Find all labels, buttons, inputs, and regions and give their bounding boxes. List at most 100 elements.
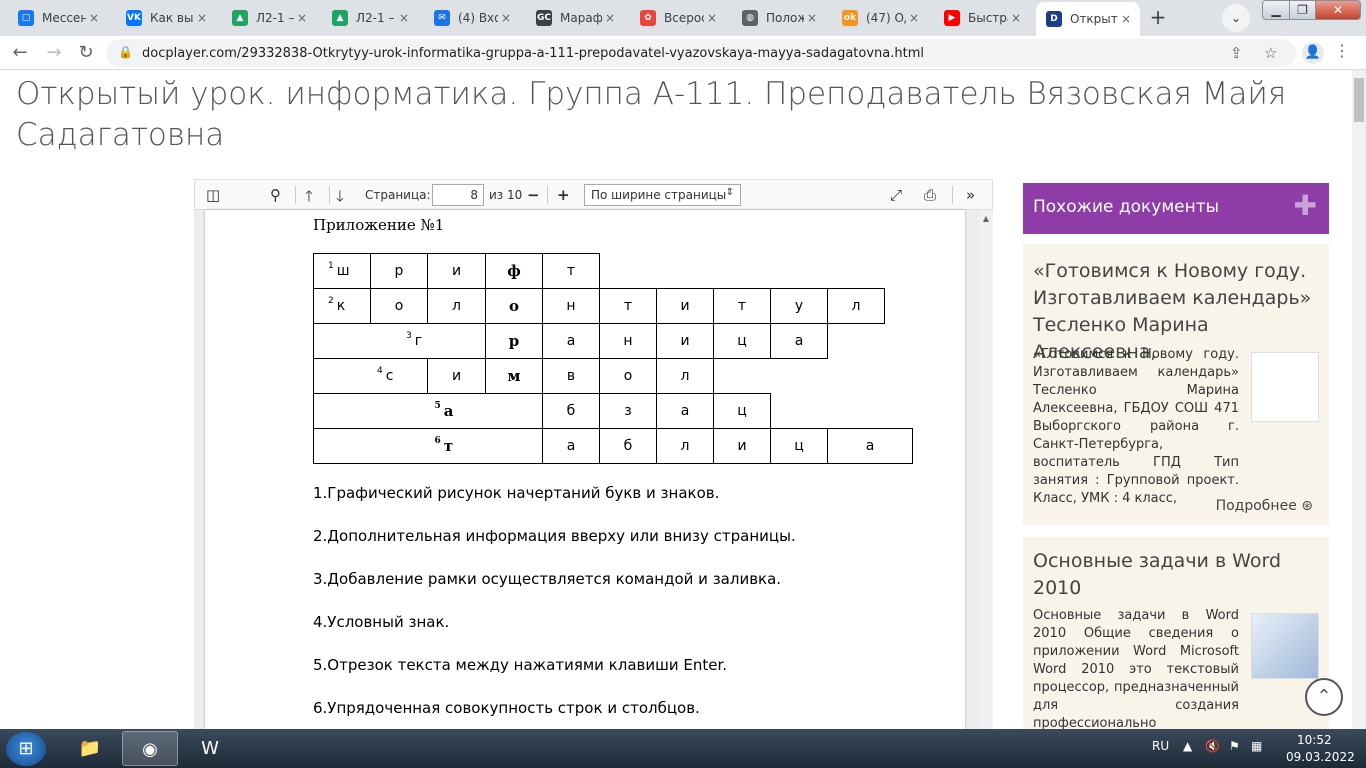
minimize-button[interactable]: ▁ [1262, 0, 1290, 20]
crossword-cell: м [485, 358, 543, 394]
close-tab-icon[interactable]: × [86, 11, 102, 25]
clock-date[interactable]: 09.03.2022 [1286, 750, 1355, 764]
crossword-cell: а [656, 393, 714, 429]
zoom-in-icon[interactable]: + [557, 186, 570, 204]
zoom-value: По ширине страницы [591, 188, 727, 202]
close-tab-icon[interactable]: × [294, 11, 310, 25]
zoom-out-icon[interactable]: − [527, 186, 540, 204]
scrollbar-thumb[interactable] [1354, 78, 1364, 122]
search-icon[interactable]: ⚲ [270, 186, 281, 204]
profile-avatar[interactable]: 👤 [1302, 42, 1324, 64]
volume-icon[interactable]: 🔇 [1205, 739, 1220, 753]
forward-button[interactable]: → [42, 41, 66, 65]
tab-0[interactable]: ▢ Мессенджер× [8, 4, 108, 32]
tab-5[interactable]: GC Марафон× [526, 4, 624, 32]
similar-doc-card[interactable]: Основные задачи в Word 2010 Основные зад… [1023, 537, 1329, 729]
crossword-cell: т [599, 288, 657, 324]
clue-text: 1.Графический рисунок начертаний букв и … [313, 484, 720, 502]
select-arrows-icon: ⇕ [725, 187, 734, 198]
back-button[interactable]: ← [8, 41, 32, 65]
clue-number: 6 [434, 436, 441, 446]
crossword-cell: и [713, 428, 771, 464]
tab-title: Л2-1 – [356, 11, 395, 25]
tab-title: Мессенджер [42, 11, 86, 25]
clue-text: 6.Упрядоченная совокупность строк и стол… [313, 699, 700, 717]
prev-page-icon[interactable]: 🡑 [305, 186, 313, 211]
crossword-cell: а [770, 323, 828, 359]
flag-icon[interactable]: ⚑ [1229, 739, 1240, 753]
share-icon[interactable]: ⇪ [1230, 44, 1243, 62]
language-indicator[interactable]: RU [1152, 739, 1169, 753]
close-tab-icon[interactable]: × [602, 11, 618, 25]
bookmark-star-icon[interactable]: ☆ [1264, 44, 1277, 62]
tab-1[interactable]: VK Как вы × [116, 4, 216, 32]
card-thumbnail[interactable] [1251, 613, 1319, 679]
tab-title: Быстра [968, 11, 1008, 25]
tray-expand-icon[interactable]: ▲ [1183, 739, 1192, 753]
docplayer-icon: D [1046, 11, 1062, 27]
crossword-cell: о [599, 358, 657, 394]
file-explorer-icon[interactable]: 📁 [62, 731, 118, 766]
tab-9[interactable]: ▶ Быстра× [934, 4, 1030, 32]
read-more-label: Подробнее [1215, 498, 1297, 514]
crossword-letter: с [385, 368, 394, 384]
start-button[interactable]: ⊞ [6, 732, 46, 766]
tab-title: (47) Од [866, 11, 906, 25]
browser-menu-icon[interactable]: ⋮ [1334, 41, 1350, 60]
reload-button[interactable]: ↻ [74, 41, 98, 65]
tab-8[interactable]: ok (47) Од× [832, 4, 928, 32]
crossword-cell: ф [485, 253, 543, 289]
tab-10[interactable]: D Открыт × [1036, 2, 1140, 36]
tab-4[interactable]: ✉ (4) Входящие× [424, 4, 520, 32]
scroll-up-arrow-icon[interactable]: ▲ [979, 214, 993, 223]
crossword-cell: л [656, 358, 714, 394]
close-window-button[interactable]: ✕ [1315, 0, 1361, 20]
crossword-cell: а [827, 428, 913, 464]
url-text[interactable]: docplayer.com/29332838-Otkrytyy-urok-inf… [142, 46, 924, 61]
scroll-to-top-button[interactable]: ⌃ [1305, 678, 1343, 716]
clue-number: 4 [377, 366, 383, 376]
crossword-cell: р [485, 323, 543, 359]
fullscreen-icon[interactable]: ⤢ [890, 186, 902, 204]
close-tab-icon[interactable]: × [194, 11, 210, 25]
word-icon[interactable]: W [182, 731, 238, 766]
toolbar-divider [295, 186, 296, 204]
close-tab-icon[interactable]: × [498, 11, 514, 25]
close-tab-icon[interactable]: × [1008, 11, 1024, 25]
viewer-scrollbar[interactable]: ▲ [979, 210, 993, 729]
tab-6[interactable]: ✿ Всерос × [630, 4, 726, 32]
crossword-cell: и [427, 253, 486, 289]
clue-text: 4.Условный знак. [313, 613, 450, 631]
tab-search-button[interactable]: ⌄ [1222, 4, 1250, 32]
maximize-button[interactable]: ❐ [1289, 0, 1316, 20]
similar-doc-card[interactable]: «Готовимся к Новому году. Изготавливаем … [1023, 244, 1329, 525]
next-page-icon[interactable]: 🡓 [336, 186, 344, 211]
zoom-select[interactable]: По ширине страницы ⇕ [584, 184, 741, 206]
close-tab-icon[interactable]: × [704, 11, 720, 25]
chrome-icon[interactable]: ◉ [122, 731, 178, 766]
lock-icon[interactable]: 🔒 [118, 45, 133, 59]
card-thumbnail[interactable] [1251, 352, 1319, 422]
card-title[interactable]: Основные задачи в Word 2010 [1033, 548, 1323, 602]
more-tools-icon[interactable]: » [966, 186, 975, 204]
page-number-input[interactable]: 8 [432, 184, 484, 206]
tab-7[interactable]: ◍ Полож × [732, 4, 826, 32]
new-tab-button[interactable]: + [1144, 6, 1172, 30]
crossword-letter: ш [336, 263, 350, 279]
close-tab-icon[interactable]: × [396, 11, 412, 25]
sidebar-toggle-icon[interactable]: ◫ [206, 186, 220, 204]
viewer-canvas[interactable]: Приложение №1 1шрифт2колонтитул3граница4… [194, 210, 993, 729]
close-tab-icon[interactable]: × [1118, 12, 1134, 26]
close-tab-icon[interactable]: × [804, 11, 820, 25]
crossword-cell: и [427, 358, 486, 394]
page-scrollbar[interactable] [1352, 70, 1366, 729]
network-icon[interactable]: ▦ [1251, 739, 1262, 753]
clock-time[interactable]: 10:52 [1297, 733, 1332, 747]
vk-icon: VK [126, 10, 142, 26]
close-tab-icon[interactable]: × [906, 11, 922, 25]
tab-2[interactable]: ▲ Л2-1 – × [222, 4, 316, 32]
omnibox[interactable]: 🔒 docplayer.com/29332838-Otkrytyy-urok-i… [106, 39, 1296, 67]
print-icon[interactable]: ⎙ [924, 186, 936, 204]
read-more-link[interactable]: Подробнее ⊛ [1216, 498, 1313, 514]
tab-3[interactable]: ▲ Л2-1 – × [322, 4, 418, 32]
